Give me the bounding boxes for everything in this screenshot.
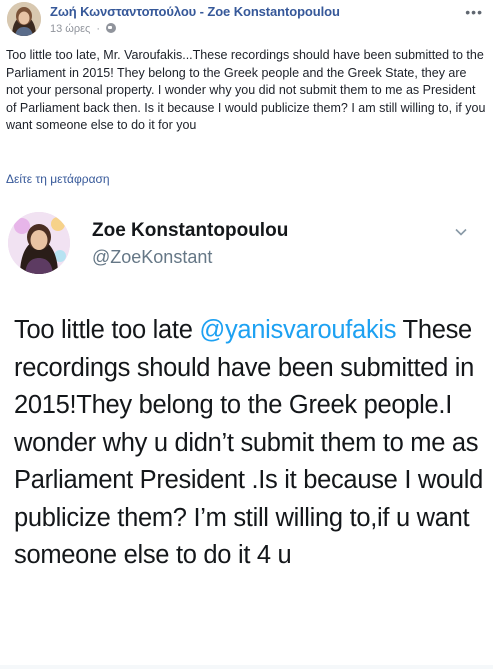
tweet-screenshot: Zoe Konstantopoulou @ZoeKonstant Too lit… (0, 196, 493, 669)
post-meta: 13 ώρες · (50, 23, 117, 35)
facebook-post: Ζωή Κωνσταντοπούλου - Zoe Konstantopoulo… (0, 0, 493, 669)
chevron-down-icon[interactable] (455, 226, 467, 238)
see-translation-link[interactable]: Δείτε τη μετάφραση (6, 172, 110, 186)
tweet-text-rest: These recordings should have been submit… (14, 316, 484, 569)
post-text: Too little too late, Mr. Varoufakis...Th… (6, 48, 486, 132)
tweet-author-handle[interactable]: @ZoeKonstant (92, 247, 212, 268)
post-header: Ζωή Κωνσταντοπούλου - Zoe Konstantopoulo… (0, 0, 493, 42)
tweet-text-start: Too little too late (14, 316, 200, 344)
tweet-text: Too little too late @yanisvaroufakis The… (14, 312, 484, 575)
page-name-link[interactable]: Ζωή Κωνσταντοπούλου - Zoe Konstantopoulo… (50, 4, 340, 19)
tweet-avatar[interactable] (8, 212, 70, 274)
globe-icon (106, 23, 117, 33)
more-options-icon[interactable]: ••• (465, 4, 483, 20)
tweet-author-name[interactable]: Zoe Konstantopoulou (92, 220, 288, 242)
bottom-divider (0, 665, 493, 669)
tweet-mention-link[interactable]: @yanisvaroufakis (199, 316, 396, 344)
meta-separator: · (96, 23, 101, 35)
page-avatar[interactable] (7, 2, 41, 36)
post-time[interactable]: 13 ώρες (50, 23, 90, 35)
